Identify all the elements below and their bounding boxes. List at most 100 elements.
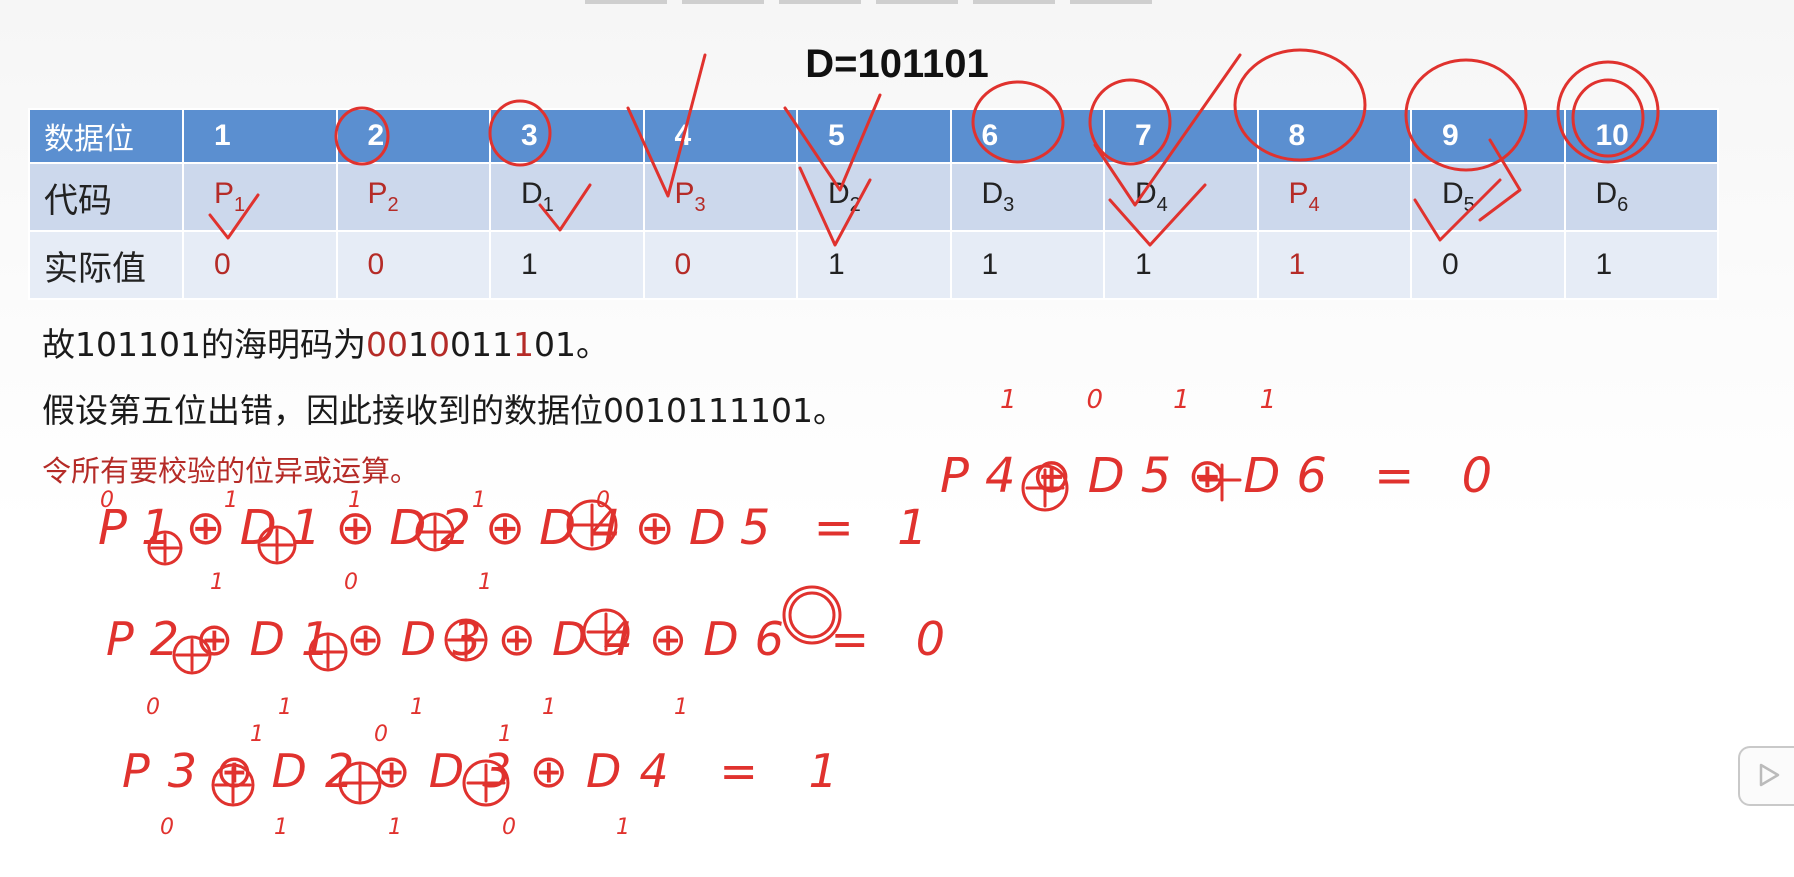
- slide: D=101101 数据位 1 2 3 4 5 6 7 8 9 10 代码 P1 P2 D1 P3 D2 D3…: [0, 0, 1794, 877]
- handwritten-eq4: P4⊕D5⊕D6 = 0: [940, 448, 1509, 504]
- eq1-bits-below: 101: [210, 570, 612, 595]
- bit: 1: [278, 695, 410, 720]
- hamming-table: 数据位 1 2 3 4 5 6 7 8 9 10 代码 P1 P2 D1 P3 D2 D3 D4 P4 D5 D6 …: [28, 108, 1719, 300]
- value-cell: 0: [335, 230, 491, 300]
- value-cell: 0: [642, 230, 798, 300]
- header-label: 数据位: [28, 108, 184, 164]
- bit: 0: [100, 488, 224, 513]
- statement-suffix: 。: [575, 325, 609, 364]
- toolbar-stub: [585, 0, 667, 4]
- code-subscript: 4: [1156, 194, 1168, 216]
- code-digit-group: 1: [512, 325, 534, 364]
- bit: 1: [224, 488, 348, 513]
- code-letter: P: [674, 177, 695, 210]
- code-subscript: 3: [1003, 194, 1015, 216]
- position-cell: 3: [489, 108, 645, 164]
- bit: 1: [616, 815, 730, 840]
- code-cell: D3: [949, 162, 1105, 232]
- code-letter: P: [1288, 177, 1309, 210]
- toolbar-stub: [1070, 0, 1152, 4]
- value-cell: 1: [1256, 230, 1412, 300]
- value-cell: 1: [796, 230, 952, 300]
- play-button[interactable]: [1738, 746, 1794, 806]
- code-cell: D2: [796, 162, 952, 232]
- position-cell: 4: [642, 108, 798, 164]
- bit: 1: [274, 815, 388, 840]
- code-cell: P3: [642, 162, 798, 232]
- code-letter: D: [981, 177, 1004, 210]
- code-label: 代码: [28, 162, 184, 232]
- bit: 1: [478, 570, 612, 595]
- bit: 1: [250, 722, 374, 747]
- value-cell: 1: [1563, 230, 1719, 300]
- bit: 0: [374, 722, 498, 747]
- toolbar-stub: [973, 0, 1055, 4]
- value-cell: 0: [1410, 230, 1566, 300]
- code-subscript: 1: [542, 194, 554, 216]
- hamming-code-statement: 故101101的海明码为0010011101。: [42, 318, 609, 366]
- toolbar-stub: [682, 0, 764, 4]
- hamming-code-digits: 0010011101: [366, 325, 576, 364]
- position-cell: 9: [1410, 108, 1566, 164]
- bit: 0: [146, 695, 278, 720]
- eq3-bits-below: 01101: [160, 815, 730, 840]
- code-digit-group: 011: [449, 325, 513, 364]
- bit: 0: [502, 815, 616, 840]
- eq3-bits-above: 101: [250, 722, 622, 747]
- code-cell: D1: [489, 162, 645, 232]
- position-cell: 10: [1563, 108, 1719, 164]
- code-subscript: 4: [1308, 194, 1320, 216]
- code-subscript: 2: [849, 194, 861, 216]
- bit: 1: [348, 488, 472, 513]
- eq2-bits-below: 01111: [146, 695, 806, 720]
- bit: 0: [1086, 385, 1174, 415]
- code-subscript: 5: [1463, 194, 1475, 216]
- toolbar-stub: [876, 0, 958, 4]
- value-label: 实际值: [28, 230, 184, 300]
- bit: 1: [674, 695, 806, 720]
- code-cell: D4: [1103, 162, 1259, 232]
- code-letter: D: [521, 177, 543, 210]
- xor-instruction-text: 令所有要校验的位异或运算。: [42, 454, 420, 488]
- code-letter: D: [1135, 177, 1157, 210]
- code-cell: P4: [1256, 162, 1412, 232]
- code-row: 代码 P1 P2 D1 P3 D2 D3 D4 P4 D5 D6: [28, 162, 1719, 232]
- code-letter: D: [1595, 177, 1618, 210]
- handwritten-eq3: P3⊕D2⊕D3⊕D4 = 1: [122, 744, 856, 798]
- code-cell: P1: [182, 162, 338, 232]
- value-cell: 0: [182, 230, 338, 300]
- bit: 1: [472, 488, 596, 513]
- eq4-bits-above: 1011: [1000, 385, 1346, 415]
- bit: 1: [1259, 385, 1347, 415]
- value-row: 实际值 0010111101: [28, 230, 1719, 300]
- value-cell: 1: [949, 230, 1105, 300]
- position-cell: 8: [1256, 108, 1412, 164]
- bit: 1: [210, 570, 344, 595]
- toolbar-stub: [779, 0, 861, 4]
- position-cell: 7: [1103, 108, 1259, 164]
- code-subscript: 6: [1617, 194, 1629, 216]
- bit: 1: [542, 695, 674, 720]
- code-letter: D: [1442, 177, 1464, 210]
- bit: 1: [1173, 385, 1260, 415]
- code-letter: P: [367, 177, 388, 210]
- code-cell: P2: [335, 162, 491, 232]
- position-cell: 2: [335, 108, 491, 164]
- play-icon: [1759, 763, 1780, 787]
- code-subscript: 1: [234, 194, 246, 216]
- position-cell: 5: [796, 108, 952, 164]
- value-cell: 1: [1103, 230, 1259, 300]
- code-digit-group: 1: [407, 325, 429, 364]
- error-assumption-text: 假设第五位出错，因此接收到的数据位0010111101。: [42, 391, 846, 430]
- code-subscript: 2: [387, 194, 399, 216]
- header-row: 数据位 1 2 3 4 5 6 7 8 9 10: [28, 108, 1719, 164]
- slide-title: D=101101: [805, 42, 989, 86]
- bit: 0: [344, 570, 478, 595]
- code-digit-group: 00: [365, 325, 408, 364]
- code-subscript: 3: [694, 194, 706, 216]
- bit: 1: [498, 722, 622, 747]
- position-cell: 6: [949, 108, 1105, 164]
- eq1-bits-above: 01110: [100, 488, 720, 513]
- bit: 1: [1000, 385, 1087, 415]
- code-digit-group: 01: [533, 325, 576, 364]
